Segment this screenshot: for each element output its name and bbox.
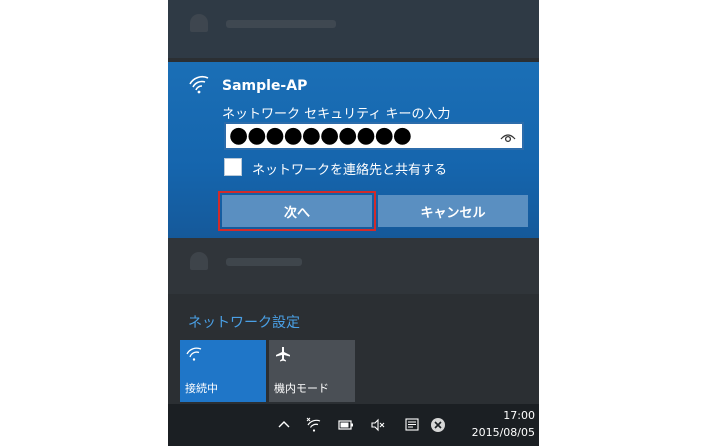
cancel-button[interactable]: キャンセル bbox=[378, 195, 528, 227]
wifi-icon[interactable] bbox=[306, 417, 322, 433]
blurred-network-name bbox=[226, 258, 302, 266]
network-list-item-blurred[interactable] bbox=[168, 238, 539, 294]
quick-action-label: 機内モード bbox=[274, 382, 329, 395]
highlight-outline bbox=[218, 191, 376, 231]
wifi-icon bbox=[190, 14, 208, 32]
clock-date: 2015/08/05 bbox=[471, 426, 535, 439]
network-flyout: Sample-AP ネットワーク セキュリティ キーの入力 ●●●●●●●●●●… bbox=[168, 0, 539, 446]
quick-action-wifi[interactable]: 接続中 bbox=[180, 340, 266, 402]
airplane-icon bbox=[276, 347, 290, 362]
blurred-network-name bbox=[226, 20, 336, 28]
share-label: ネットワークを連絡先と共有する bbox=[252, 163, 448, 178]
selected-network-card: Sample-AP ネットワーク セキュリティ キーの入力 ●●●●●●●●●●… bbox=[168, 62, 539, 238]
show-password-icon[interactable] bbox=[500, 130, 516, 144]
clock[interactable]: 17:00 2015/08/05 bbox=[455, 407, 535, 441]
network-ssid: Sample-AP bbox=[222, 78, 308, 94]
share-checkbox[interactable] bbox=[224, 158, 242, 176]
battery-icon[interactable] bbox=[338, 417, 354, 433]
taskbar: 17:00 2015/08/05 bbox=[168, 404, 539, 446]
volume-mute-icon[interactable] bbox=[370, 417, 386, 433]
quick-action-label: 接続中 bbox=[185, 382, 218, 395]
security-key-input[interactable]: ●●●●●●●●●● bbox=[224, 122, 524, 150]
password-value: ●●●●●●●●●● bbox=[229, 123, 412, 148]
wifi-icon bbox=[186, 347, 202, 361]
quick-action-airplane-mode[interactable]: 機内モード bbox=[269, 340, 355, 402]
action-center-icon[interactable] bbox=[404, 417, 420, 433]
wifi-icon bbox=[190, 252, 208, 270]
network-list-item-blurred[interactable] bbox=[168, 0, 539, 58]
wifi-icon bbox=[189, 75, 209, 94]
security-key-label: ネットワーク セキュリティ キーの入力 bbox=[222, 107, 451, 122]
close-icon[interactable] bbox=[430, 417, 446, 433]
clock-time: 17:00 bbox=[503, 409, 535, 422]
network-settings-link[interactable]: ネットワーク設定 bbox=[188, 312, 300, 332]
chevron-up-icon[interactable] bbox=[276, 417, 292, 433]
